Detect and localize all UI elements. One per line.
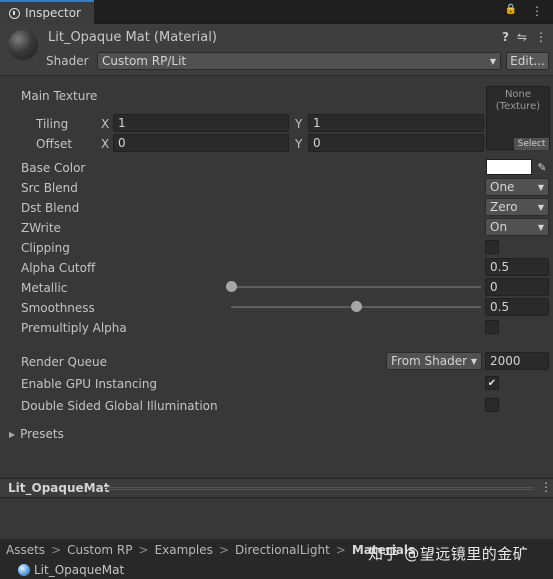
metallic-field[interactable]: 0 <box>485 278 549 296</box>
info-icon <box>9 7 20 19</box>
offset-y-field[interactable]: 0 <box>308 134 484 152</box>
material-asset-icon <box>18 564 30 576</box>
triangle-right-icon: ▶ <box>9 429 16 439</box>
zwrite-dropdown[interactable]: On ▼ <box>485 218 549 236</box>
alpha-cutoff-label: Alpha Cutoff <box>21 261 96 275</box>
chevron-down-icon: ▼ <box>537 222 544 232</box>
preview-menu-icon[interactable]: ⋮ <box>540 480 552 494</box>
main-texture-label: Main Texture <box>21 89 98 103</box>
smoothness-label: Smoothness <box>21 301 95 315</box>
src-blend-dropdown[interactable]: One ▼ <box>485 178 549 196</box>
base-color-swatch[interactable] <box>486 159 532 175</box>
alpha-cutoff-field[interactable]: 0.5 <box>485 258 549 276</box>
metallic-slider-track[interactable] <box>231 286 481 288</box>
presets-label: Presets <box>20 427 64 441</box>
src-blend-label: Src Blend <box>21 181 78 195</box>
chevron-down-icon: ▼ <box>537 182 544 192</box>
drag-handle[interactable] <box>104 487 534 490</box>
clipping-label: Clipping <box>21 241 70 255</box>
presets-foldout[interactable]: ▶ Presets <box>9 427 64 441</box>
tiling-y-field[interactable]: 1 <box>308 114 484 132</box>
tiling-x-axis: X <box>101 117 110 131</box>
clipping-checkbox[interactable] <box>485 240 499 254</box>
zwrite-label: ZWrite <box>21 221 61 235</box>
render-queue-label: Render Queue <box>21 355 107 369</box>
preview-title: Lit_OpaqueMat <box>8 481 110 495</box>
dst-blend-label: Dst Blend <box>21 201 80 215</box>
breadcrumb-separator: > <box>138 543 149 557</box>
breadcrumb-item[interactable]: DirectionalLight <box>235 543 330 557</box>
tiling-label: Tiling <box>36 117 69 131</box>
material-sphere-icon <box>8 30 38 60</box>
help-icon[interactable]: ? <box>502 30 509 44</box>
checkmark-icon: ✔ <box>487 377 497 389</box>
gpu-instancing-label: Enable GPU Instancing <box>21 377 158 391</box>
shader-label: Shader <box>46 54 89 68</box>
render-queue-mode: From Shader <box>391 354 468 368</box>
preview-area <box>0 499 553 537</box>
dst-blend-dropdown[interactable]: Zero ▼ <box>485 198 549 216</box>
tabbar-controls: 🔒 ⋮ <box>505 4 543 18</box>
render-queue-mode-dropdown[interactable]: From Shader ▼ <box>386 352 482 370</box>
breadcrumb-separator: > <box>335 543 346 557</box>
tiling-x-field[interactable]: 1 <box>113 114 289 132</box>
metallic-label: Metallic <box>21 281 68 295</box>
offset-label: Offset <box>36 137 73 151</box>
texture-type-text: (Texture) <box>495 101 541 112</box>
preset-settings-icon[interactable]: ⇋ <box>517 30 527 44</box>
material-name: Lit_Opaque Mat (Material) <box>48 30 217 45</box>
eyedropper-icon[interactable]: ✎ <box>534 159 550 175</box>
breadcrumb-item[interactable]: Custom RP <box>67 543 132 557</box>
gpu-instancing-checkbox[interactable]: ✔ <box>485 376 499 390</box>
chevron-down-icon: ▼ <box>537 202 544 212</box>
tab-title: Inspector <box>25 6 81 20</box>
smoothness-field[interactable]: 0.5 <box>485 298 549 316</box>
offset-y-axis: Y <box>295 137 303 151</box>
header-icons: ? ⇋ ⋮ <box>502 30 547 44</box>
breadcrumb-item[interactable]: Assets <box>6 543 45 557</box>
metallic-slider-knob[interactable] <box>225 281 237 292</box>
tab-inspector[interactable]: Inspector <box>0 0 94 24</box>
offset-x-axis: X <box>101 137 110 151</box>
texture-select-button[interactable]: Select <box>514 138 549 150</box>
menu-icon[interactable]: ⋮ <box>531 4 543 18</box>
edit-shader-button[interactable]: Edit... <box>506 52 549 70</box>
watermark: 知乎 @望远镜里的金矿 <box>368 545 529 563</box>
src-blend-value: One <box>490 180 515 194</box>
chevron-down-icon: ▼ <box>470 356 477 366</box>
context-menu-icon[interactable]: ⋮ <box>535 30 547 44</box>
asset-file-name: Lit_OpaqueMat <box>34 563 125 577</box>
shader-value: Custom RP/Lit <box>102 54 187 68</box>
premultiply-alpha-label: Premultiply Alpha <box>21 321 127 335</box>
breadcrumb-separator: > <box>218 543 229 557</box>
texture-none-text: None <box>504 89 532 100</box>
double-sided-gi-label: Double Sided Global Illumination <box>21 399 218 413</box>
tiling-y-axis: Y <box>295 117 303 131</box>
shader-dropdown[interactable]: Custom RP/Lit ▼ <box>97 52 501 70</box>
texture-none-label: None (Texture) <box>486 89 550 113</box>
breadcrumb-separator: > <box>51 543 62 557</box>
double-sided-gi-checkbox[interactable] <box>485 398 499 412</box>
premultiply-alpha-checkbox[interactable] <box>485 320 499 334</box>
lock-icon[interactable]: 🔒 <box>505 4 517 18</box>
render-queue-field[interactable]: 2000 <box>485 352 549 370</box>
breadcrumb-item[interactable]: Examples <box>155 543 213 557</box>
smoothness-slider-knob[interactable] <box>350 301 362 312</box>
base-color-label: Base Color <box>21 161 86 175</box>
dst-blend-value: Zero <box>490 200 518 214</box>
offset-x-field[interactable]: 0 <box>113 134 289 152</box>
chevron-down-icon: ▼ <box>489 56 496 66</box>
zwrite-value: On <box>490 220 508 234</box>
